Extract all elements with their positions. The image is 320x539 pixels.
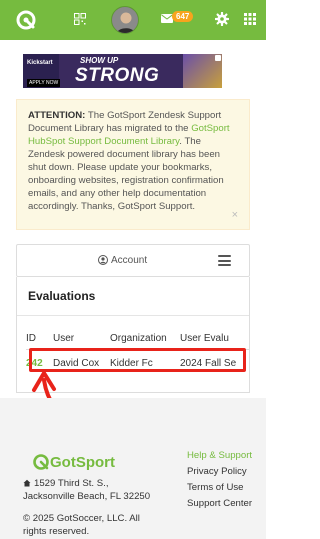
- notice-heading: ATTENTION:: [28, 110, 86, 121]
- top-navigation-bar: 647: [0, 0, 266, 40]
- help-support-link[interactable]: Help & Support: [187, 448, 252, 464]
- mail-count-badge[interactable]: 647: [172, 11, 194, 22]
- gotsport-logo-icon[interactable]: [14, 8, 38, 32]
- column-header-user[interactable]: User: [53, 333, 74, 344]
- apps-grid-icon[interactable]: [244, 13, 256, 25]
- panel-divider: [17, 315, 249, 316]
- gear-icon[interactable]: [215, 12, 229, 26]
- qr-code-icon[interactable]: [74, 13, 86, 25]
- ad-apply-button[interactable]: APPLY NOW: [27, 79, 61, 87]
- column-header-organization[interactable]: Organization: [110, 333, 167, 344]
- account-bar[interactable]: Account: [16, 244, 250, 277]
- footer-address: 1529 Third St. S., Jacksonville Beach, F…: [23, 478, 158, 503]
- evaluations-title: Evaluations: [28, 289, 96, 303]
- address-text: 1529 Third St. S., Jacksonville Beach, F…: [23, 478, 151, 502]
- notice-text-after: . The Zendesk powered document library h…: [28, 136, 224, 212]
- row-highlight-box: [29, 348, 246, 372]
- user-circle-icon: [98, 255, 108, 265]
- support-center-link[interactable]: Support Center: [187, 496, 252, 512]
- footer-copyright: © 2025 GotSoccer, LLC. All rights reserv…: [23, 513, 140, 537]
- hamburger-menu-icon[interactable]: [218, 255, 231, 266]
- page-footer: GotSport 1529 Third St. S., Jacksonville…: [0, 398, 266, 539]
- gotsport-footer-logo: GotSport: [33, 454, 115, 471]
- avatar-photo-icon: [112, 7, 138, 33]
- user-avatar[interactable]: [111, 6, 139, 34]
- column-header-id[interactable]: ID: [26, 333, 36, 344]
- account-label: Account: [111, 255, 148, 266]
- ad-info-icon[interactable]: [215, 55, 221, 61]
- ad-tagline: SHOW UP: [80, 56, 119, 65]
- advertisement-banner[interactable]: Kickstart APPLY NOW SHOW UP STRONG: [23, 54, 222, 88]
- privacy-policy-link[interactable]: Privacy Policy: [187, 464, 252, 480]
- ad-headline: STRONG: [75, 65, 160, 86]
- attention-notice: ATTENTION: The GotSport Zendesk Support …: [16, 99, 250, 230]
- notice-close-button[interactable]: ×: [232, 210, 238, 221]
- column-header-user-evaluation[interactable]: User Evalu: [180, 333, 229, 344]
- ad-brand: Kickstart: [27, 60, 53, 66]
- footer-links: Help & Support Privacy Policy Terms of U…: [187, 448, 252, 512]
- home-icon: [23, 479, 31, 487]
- terms-of-use-link[interactable]: Terms of Use: [187, 480, 252, 496]
- footer-logo-text: GotSport: [50, 454, 115, 471]
